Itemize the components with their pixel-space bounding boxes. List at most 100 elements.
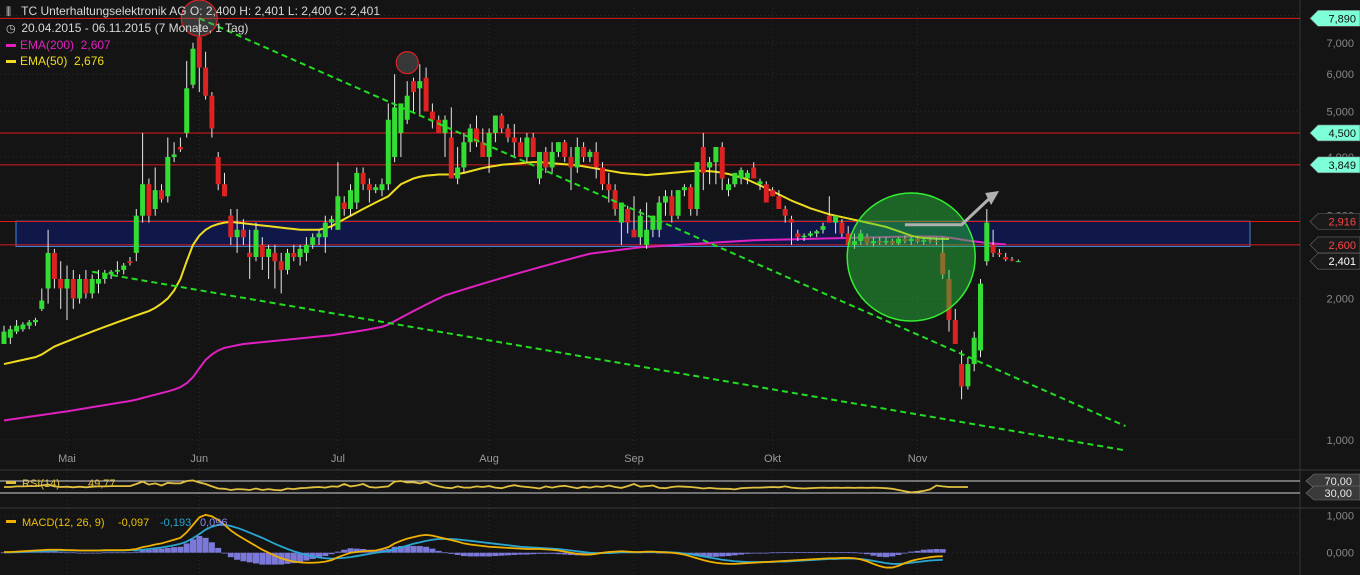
candle-body xyxy=(694,162,700,210)
macd-tick-label: 1,000 xyxy=(1326,511,1354,523)
candle-body xyxy=(121,265,127,270)
macd-histogram-bar xyxy=(76,552,83,554)
macd-histogram-bar xyxy=(826,551,833,553)
arrow-head xyxy=(985,191,1000,206)
candle-body xyxy=(656,202,662,230)
chart-canvas[interactable]: 1,0002,0003,0004,0005,0006,0007,0008,000… xyxy=(0,0,1360,575)
macd-histogram-bar xyxy=(171,547,178,553)
x-tick-label: Nov xyxy=(908,453,928,465)
macd-histogram-bar xyxy=(429,548,436,553)
macd-histogram-bar xyxy=(542,552,549,554)
macd-histogram-bar xyxy=(845,551,852,553)
macd-histogram-bar xyxy=(145,549,152,553)
header-title-line: ⫼ TC Unterhaltungselektronik AG O: 2,400… xyxy=(6,4,380,19)
candle-body xyxy=(7,329,13,338)
macd-histogram-bar xyxy=(448,552,455,554)
macd-histogram-bar xyxy=(813,551,820,553)
legend-ema200[interactable]: EMA(200) 2,607 xyxy=(6,38,111,52)
candle-body xyxy=(247,252,253,258)
candle-body xyxy=(159,190,164,200)
price-tag-label: 2,916 xyxy=(1328,216,1356,228)
macd-histogram-bar xyxy=(70,552,77,554)
candle-body xyxy=(417,81,423,89)
macd-legend-value: -0,097 xyxy=(118,517,149,529)
macd-legend-label: MACD(12, 26, 9) xyxy=(22,517,105,529)
macd-histogram-bar xyxy=(794,551,801,553)
time-axis: Mai Jun Jul Aug Sep Okt Nov xyxy=(58,453,928,465)
candle-body xyxy=(146,184,152,216)
candle-body xyxy=(310,237,316,245)
candle-body xyxy=(177,147,183,150)
ema200-swatch xyxy=(6,44,16,48)
macd-histogram-bar xyxy=(492,552,499,557)
candle-body xyxy=(549,151,555,168)
candle-body xyxy=(51,252,57,279)
macd-histogram-bar xyxy=(196,536,203,553)
candle-body xyxy=(757,181,763,185)
macd-histogram-bar xyxy=(523,552,530,555)
price-tag-label: 2,600 xyxy=(1328,240,1356,252)
price-tag-label: 3,849 xyxy=(1328,160,1356,172)
macd-histogram-bar xyxy=(114,552,121,554)
legend-ema50[interactable]: EMA(50) 2,676 xyxy=(6,54,104,68)
candle-body xyxy=(96,278,101,284)
macd-histogram-bar xyxy=(536,552,543,554)
candle-body xyxy=(751,167,757,179)
macd-histogram-bar xyxy=(284,552,291,564)
macd-histogram-bar xyxy=(939,549,946,553)
candle-body xyxy=(763,184,769,203)
macd-histogram-bar xyxy=(253,552,259,564)
candle-body xyxy=(184,88,190,133)
candle-body xyxy=(688,187,694,210)
candle-body xyxy=(537,151,542,179)
rsi-legend-label: RSI(14) xyxy=(22,478,60,490)
candle-body xyxy=(228,215,234,238)
macd-histogram-bar xyxy=(190,539,196,553)
macd-histogram-bar xyxy=(64,552,70,554)
macd-histogram-bar xyxy=(259,552,266,565)
candle-body xyxy=(423,77,429,112)
candle-body xyxy=(64,278,70,289)
candle-body xyxy=(839,222,845,234)
macd-swatch xyxy=(6,520,16,523)
macd-histogram-bar xyxy=(782,551,789,553)
macd-hist-value: 0,096 xyxy=(200,517,228,529)
macd-histogram-bar xyxy=(889,552,896,557)
candle-body xyxy=(429,111,435,120)
candle-body xyxy=(530,137,536,157)
candle-body xyxy=(360,172,366,185)
macd-histogram-bar xyxy=(864,552,871,555)
candle-body xyxy=(1009,259,1015,261)
candle-body xyxy=(222,184,227,197)
candle-body xyxy=(789,219,794,223)
macd-histogram-bar xyxy=(920,549,927,553)
candle-body xyxy=(140,184,146,216)
macd-histogram-bar xyxy=(322,552,329,557)
y-tick-label: 5,000 xyxy=(1326,106,1354,118)
macd-histogram-bar xyxy=(807,551,814,553)
macd-histogram-bar xyxy=(719,552,726,557)
candle-body xyxy=(108,271,114,275)
macd-histogram-bar xyxy=(769,552,776,554)
candle-body xyxy=(259,244,265,258)
macd-histogram-bar xyxy=(479,552,486,557)
candle-body xyxy=(505,128,511,138)
candle-body xyxy=(744,172,750,179)
candle-body xyxy=(600,167,605,185)
candle-body xyxy=(316,233,322,238)
candle-body xyxy=(776,196,782,210)
candle-body xyxy=(165,156,171,197)
candle-body xyxy=(203,67,209,96)
macd-histogram-bar xyxy=(927,549,934,553)
candle-body xyxy=(555,142,561,152)
candle-body xyxy=(171,154,177,157)
macd-panel: MACD(12, 26, 9) -0,097 -0,193 0,096 1,000 0,0… xyxy=(0,507,1360,569)
candle-body xyxy=(814,231,820,234)
macd-histogram-bar xyxy=(423,546,430,553)
candle-body xyxy=(77,278,83,299)
macd-histogram-bar xyxy=(183,543,190,553)
candle-body xyxy=(492,115,498,133)
macd-histogram-bar xyxy=(775,552,782,554)
candle-body xyxy=(190,48,196,85)
candle-body xyxy=(209,95,215,129)
